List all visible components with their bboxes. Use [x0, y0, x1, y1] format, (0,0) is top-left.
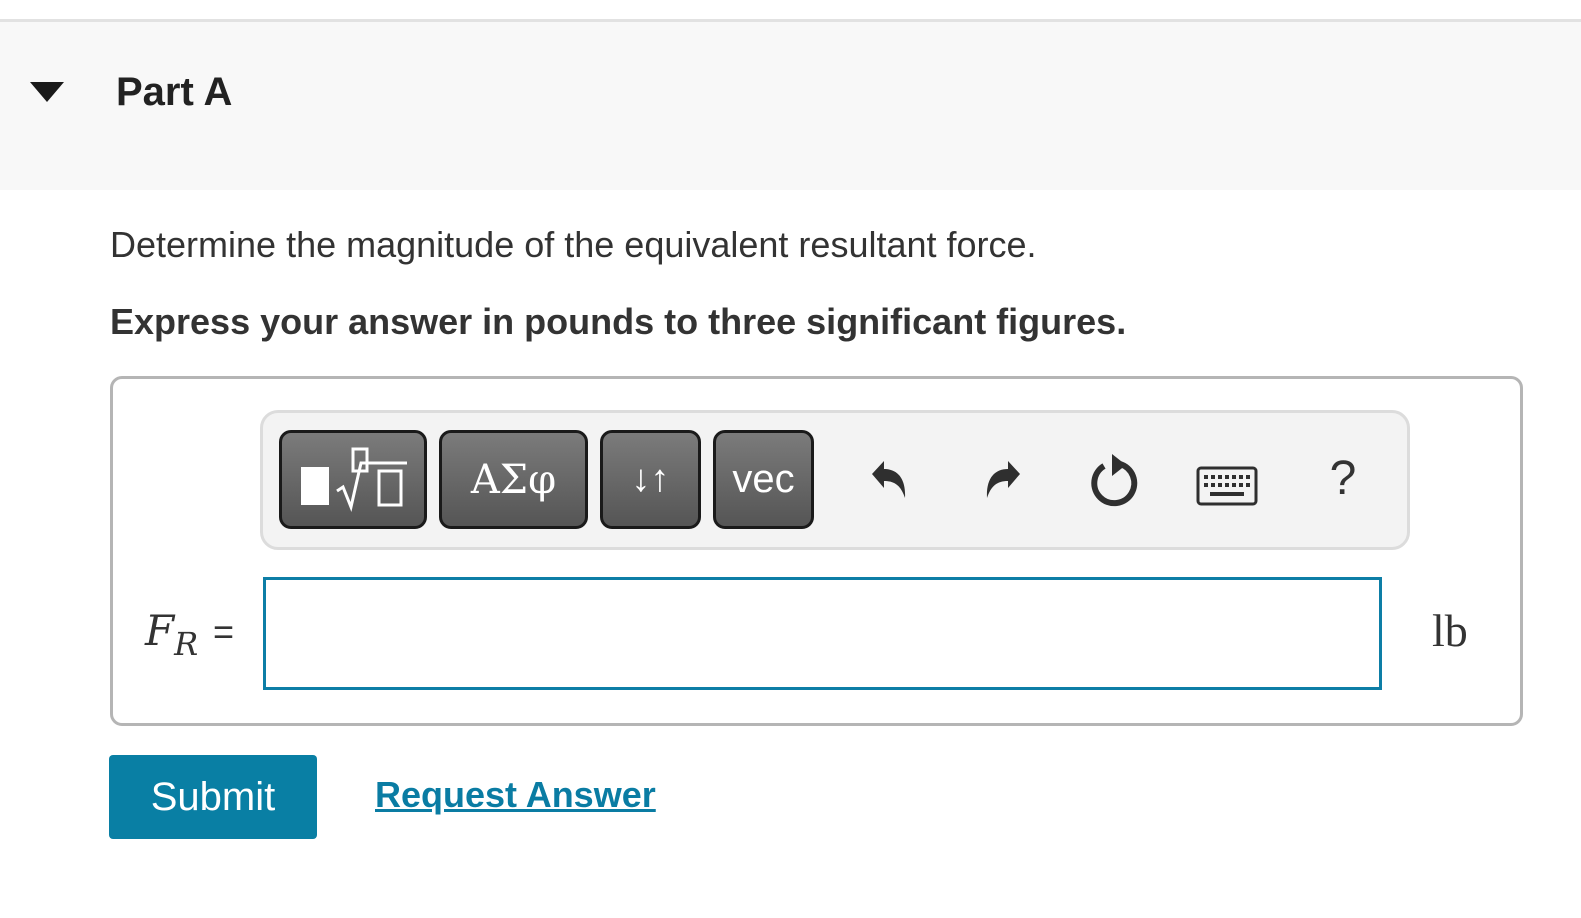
- variable-subscript: R: [174, 625, 199, 663]
- caret-down-icon[interactable]: [30, 82, 64, 102]
- templates-icon: [301, 447, 407, 512]
- unit-label: lb: [1432, 605, 1468, 656]
- answer-input[interactable]: [263, 577, 1382, 690]
- reset-icon[interactable]: [1086, 450, 1142, 510]
- question-instruction: Express your answer in pounds to three s…: [110, 301, 1127, 342]
- subscript-superscript-button[interactable]: ↓↑: [600, 430, 701, 529]
- part-header[interactable]: [0, 22, 1581, 190]
- question-prompt: Determine the magnitude of the equivalen…: [110, 224, 1037, 265]
- answer-variable-label: FR: [145, 604, 198, 671]
- templates-button[interactable]: [279, 430, 427, 529]
- vector-button[interactable]: vec: [713, 430, 814, 529]
- equals-sign: =: [213, 611, 235, 652]
- submit-button[interactable]: Submit: [109, 755, 317, 839]
- keyboard-icon[interactable]: [1196, 466, 1258, 506]
- variable-symbol: F: [145, 606, 175, 655]
- greek-symbols-button[interactable]: ΑΣφ: [439, 430, 588, 529]
- part-title: Part A: [116, 70, 233, 114]
- request-answer-link[interactable]: Request Answer: [375, 773, 656, 817]
- redo-icon[interactable]: [976, 452, 1032, 508]
- help-button[interactable]: ?: [1318, 448, 1368, 508]
- undo-icon[interactable]: [858, 452, 914, 508]
